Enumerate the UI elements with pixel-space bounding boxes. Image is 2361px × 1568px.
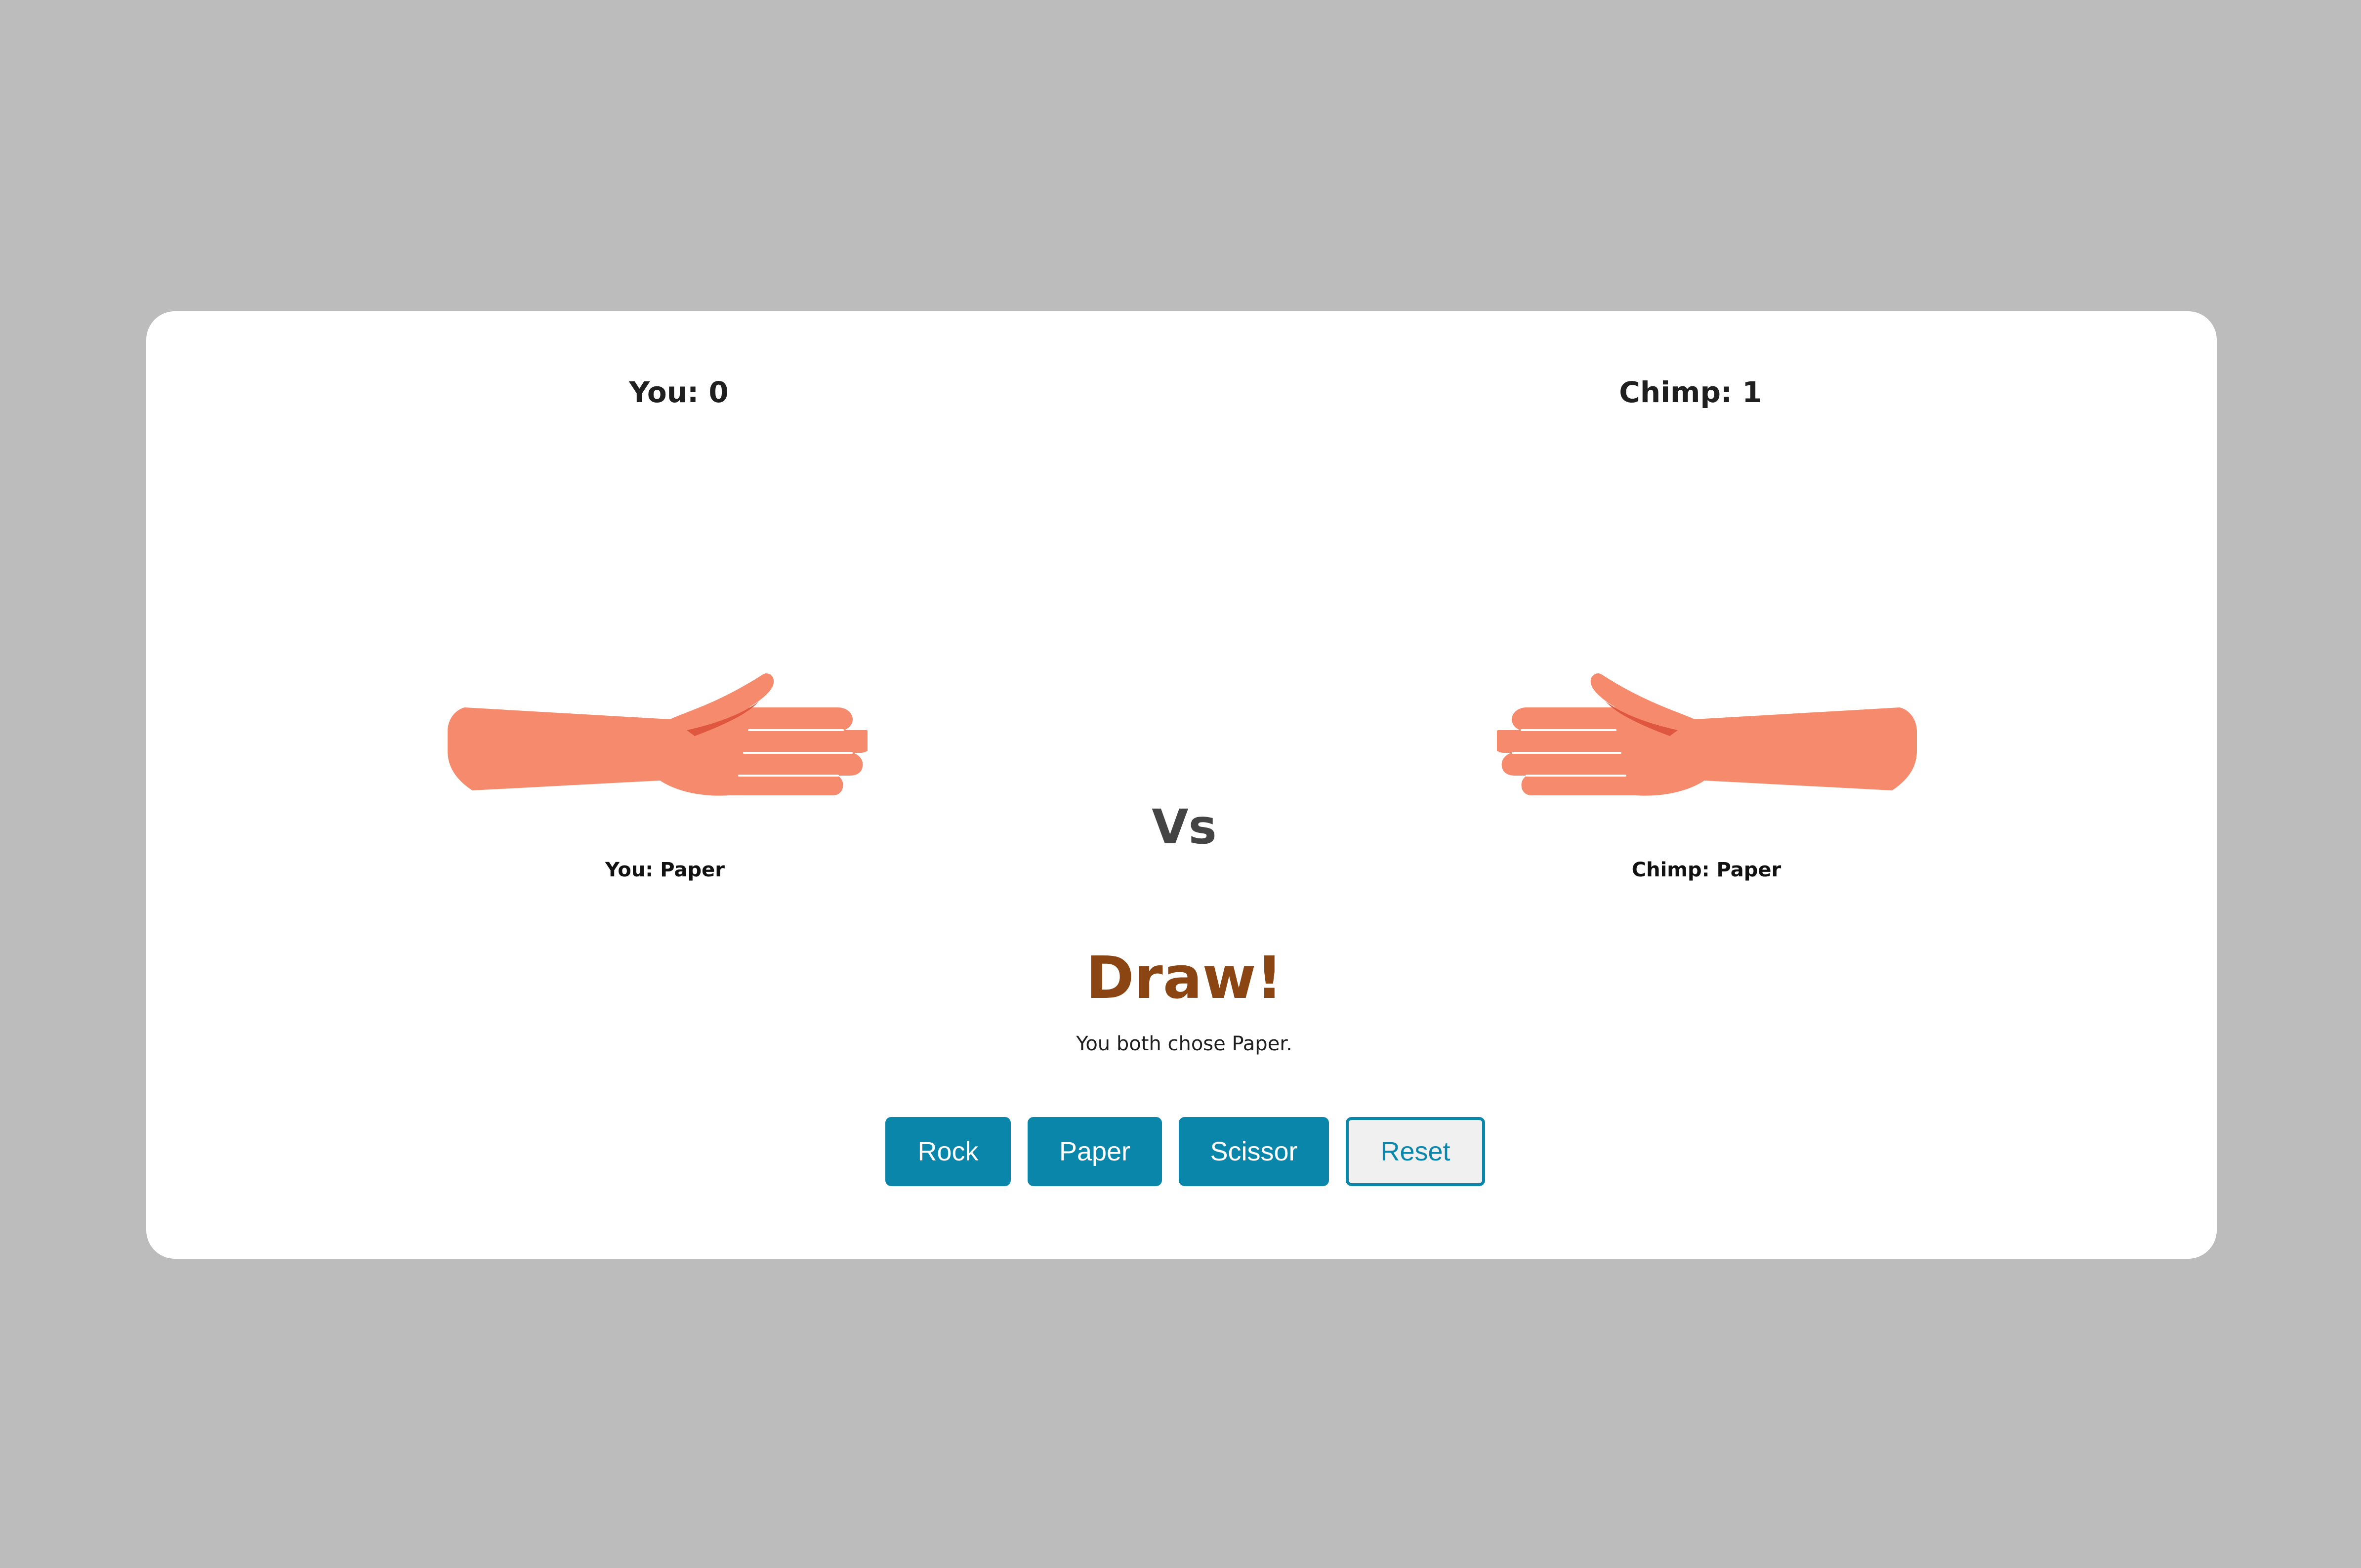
chimp-paper-hand-icon — [1497, 673, 1917, 796]
game-card: You: 0 Chimp: 1 You: Paper Chimp: Paper … — [146, 311, 2217, 1259]
hand-shape — [448, 673, 868, 796]
chimp-choice-label: Chimp: Paper — [1631, 859, 1781, 881]
result-detail: You both chose Paper. — [1076, 1032, 1292, 1055]
chimp-score: Chimp: 1 — [1619, 375, 1762, 409]
hand-shape — [1497, 673, 1917, 796]
rock-button[interactable]: Rock — [885, 1117, 1011, 1186]
versus-label: Vs — [1152, 799, 1217, 855]
reset-button[interactable]: Reset — [1346, 1117, 1485, 1186]
scissor-button[interactable]: Scissor — [1179, 1117, 1329, 1186]
player-score: You: 0 — [629, 375, 729, 409]
result-title: Draw! — [1085, 944, 1283, 1012]
paper-button[interactable]: Paper — [1028, 1117, 1162, 1186]
choice-buttons: Rock Paper Scissor Reset — [885, 1117, 1485, 1186]
player-choice-label: You: Paper — [605, 859, 725, 881]
player-paper-hand-icon — [448, 673, 868, 796]
